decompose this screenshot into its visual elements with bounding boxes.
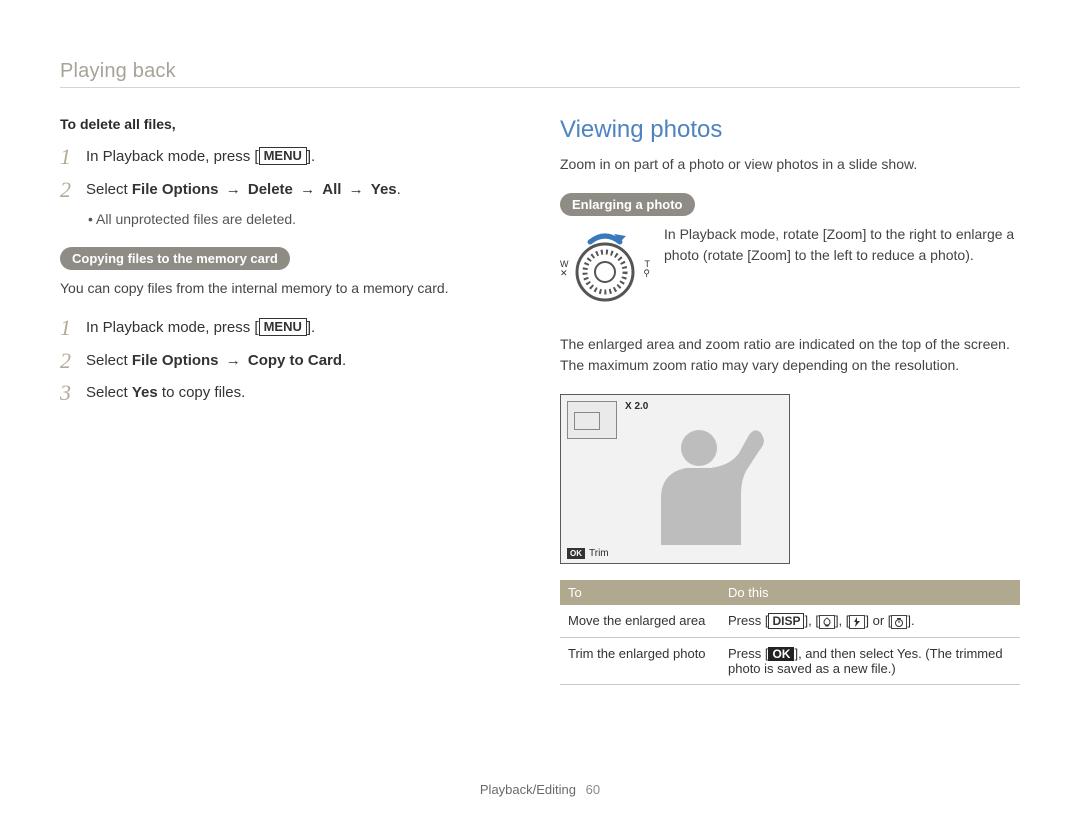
step-text-part: to copy files. bbox=[158, 384, 246, 401]
step-text: In Playback mode, press [MENU]. bbox=[86, 146, 315, 169]
step-2b: 2 Select File Options → Copy to Card. bbox=[60, 350, 520, 373]
step-text: Select File Options → Copy to Card. bbox=[86, 350, 346, 373]
step-text-part: Select bbox=[86, 384, 132, 401]
enlarging-pill: Enlarging a photo bbox=[560, 193, 695, 216]
left-column: To delete all files, 1 In Playback mode,… bbox=[60, 116, 520, 685]
divider bbox=[60, 87, 1020, 88]
menu-button-icon: MENU bbox=[259, 147, 307, 165]
footer-section: Playback/Editing bbox=[480, 782, 576, 797]
table-row: Move the enlarged area Press [DISP], [],… bbox=[560, 605, 1020, 638]
step-text-part: ]. bbox=[307, 319, 315, 336]
step-text-part: In Playback mode, press [ bbox=[86, 148, 259, 165]
ok-button-icon: OK bbox=[768, 647, 794, 661]
step-text: Select Yes to copy files. bbox=[86, 382, 245, 405]
zoom-navigator-icon bbox=[567, 401, 617, 439]
silhouette-icon bbox=[631, 413, 781, 545]
step-number: 3 bbox=[60, 382, 86, 404]
timer-icon bbox=[891, 615, 907, 629]
step-3b: 3 Select Yes to copy files. bbox=[60, 382, 520, 405]
step-text-part: . bbox=[397, 181, 401, 198]
chapter-heading: Playing back bbox=[60, 60, 1020, 83]
viewing-photos-title: Viewing photos bbox=[560, 116, 1020, 144]
step-bold: Copy to Card bbox=[248, 352, 342, 369]
ok-icon: OK bbox=[567, 548, 585, 559]
step-2: 2 Select File Options → Delete → All → Y… bbox=[60, 179, 520, 202]
text-part: ], [ bbox=[835, 613, 849, 628]
bullet-note: All unprotected files are deleted. bbox=[88, 211, 520, 227]
text-part: ] to the left to reduce a photo). bbox=[787, 247, 974, 263]
step-bold: All bbox=[322, 181, 341, 198]
disp-button-icon: DISP bbox=[768, 613, 804, 629]
step-number: 2 bbox=[60, 350, 86, 372]
zoom-preview-illustration: X 2.0 OK Trim bbox=[560, 394, 790, 564]
zoom-ratio-label: X 2.0 bbox=[625, 401, 648, 412]
step-text: In Playback mode, press [MENU]. bbox=[86, 317, 315, 340]
step-bold: Delete bbox=[248, 181, 293, 198]
macro-icon bbox=[819, 615, 835, 629]
arrow-icon: → bbox=[219, 352, 248, 369]
actions-table: To Do this Move the enlarged area Press … bbox=[560, 580, 1020, 685]
step-text-part: . bbox=[342, 352, 346, 369]
arrow-icon: → bbox=[341, 181, 370, 198]
page-number: 60 bbox=[586, 782, 600, 797]
move-area-label: Move the enlarged area bbox=[560, 605, 720, 638]
step-text-part: In Playback mode, press [ bbox=[86, 319, 259, 336]
text-part: Press [ bbox=[728, 646, 768, 661]
trim-photo-action: Press [OK], and then select Yes. (The tr… bbox=[720, 638, 1020, 685]
trim-bar: OK Trim bbox=[567, 548, 609, 559]
step-bold: File Options bbox=[132, 181, 219, 198]
copying-files-pill: Copying files to the memory card bbox=[60, 247, 290, 270]
dial-left-labels: W ✕ bbox=[560, 260, 569, 278]
step-text: Select File Options → Delete → All → Yes… bbox=[86, 179, 401, 202]
text-part: In Playback mode, rotate [ bbox=[664, 226, 827, 242]
flash-icon bbox=[849, 615, 865, 629]
step-bold: File Options bbox=[132, 352, 219, 369]
copying-desc: You can copy files from the internal mem… bbox=[60, 278, 520, 299]
trim-label: Trim bbox=[589, 548, 609, 559]
zoom-info-paragraph: The enlarged area and zoom ratio are ind… bbox=[560, 334, 1020, 376]
step-1: 1 In Playback mode, press [MENU]. bbox=[60, 146, 520, 169]
zoom-dial-row: W ✕ T ⚲ In Playb bbox=[560, 224, 1020, 314]
text-part: ], [ bbox=[804, 613, 818, 628]
dial-tele-icon: ⚲ bbox=[643, 269, 650, 278]
menu-button-icon: MENU bbox=[259, 318, 307, 336]
dial-instruction: In Playback mode, rotate [Zoom] to the r… bbox=[664, 224, 1020, 266]
zoom-navigator-viewport bbox=[574, 412, 600, 430]
text-part: ] or [ bbox=[865, 613, 891, 628]
step-1b: 1 In Playback mode, press [MENU]. bbox=[60, 317, 520, 340]
step-text-part: Select bbox=[86, 181, 132, 198]
page-footer: Playback/Editing 60 bbox=[0, 782, 1080, 797]
zoom-dial-icon: W ✕ T ⚲ bbox=[560, 224, 650, 314]
text-part: ], and then select bbox=[794, 646, 896, 661]
dial-right-labels: T ⚲ bbox=[643, 260, 650, 278]
right-column: Viewing photos Zoom in on part of a phot… bbox=[560, 116, 1020, 685]
trim-photo-label: Trim the enlarged photo bbox=[560, 638, 720, 685]
viewing-intro: Zoom in on part of a photo or view photo… bbox=[560, 154, 1020, 175]
two-column-layout: To delete all files, 1 In Playback mode,… bbox=[60, 116, 1020, 685]
move-area-action: Press [DISP], [], [] or []. bbox=[720, 605, 1020, 638]
zoom-bold: Zoom bbox=[751, 247, 787, 263]
arrow-icon: → bbox=[293, 181, 322, 198]
manual-page: Playing back To delete all files, 1 In P… bbox=[0, 0, 1080, 715]
dial-wide-icon: ✕ bbox=[560, 269, 569, 278]
step-text-part: Select bbox=[86, 352, 132, 369]
delete-all-heading: To delete all files, bbox=[60, 116, 520, 132]
text-part: Press [ bbox=[728, 613, 768, 628]
step-number: 1 bbox=[60, 317, 86, 339]
table-header-row: To Do this bbox=[560, 580, 1020, 605]
table-row: Trim the enlarged photo Press [OK], and … bbox=[560, 638, 1020, 685]
step-number: 1 bbox=[60, 146, 86, 168]
yes-bold: Yes bbox=[897, 646, 918, 661]
step-number: 2 bbox=[60, 179, 86, 201]
text-part: ]. bbox=[907, 613, 914, 628]
step-text-part: ]. bbox=[307, 148, 315, 165]
step-bold: Yes bbox=[371, 181, 397, 198]
table-header-dothis: Do this bbox=[720, 580, 1020, 605]
arrow-icon: → bbox=[219, 181, 248, 198]
table-header-to: To bbox=[560, 580, 720, 605]
zoom-bold: Zoom bbox=[827, 226, 863, 242]
step-bold: Yes bbox=[132, 384, 158, 401]
